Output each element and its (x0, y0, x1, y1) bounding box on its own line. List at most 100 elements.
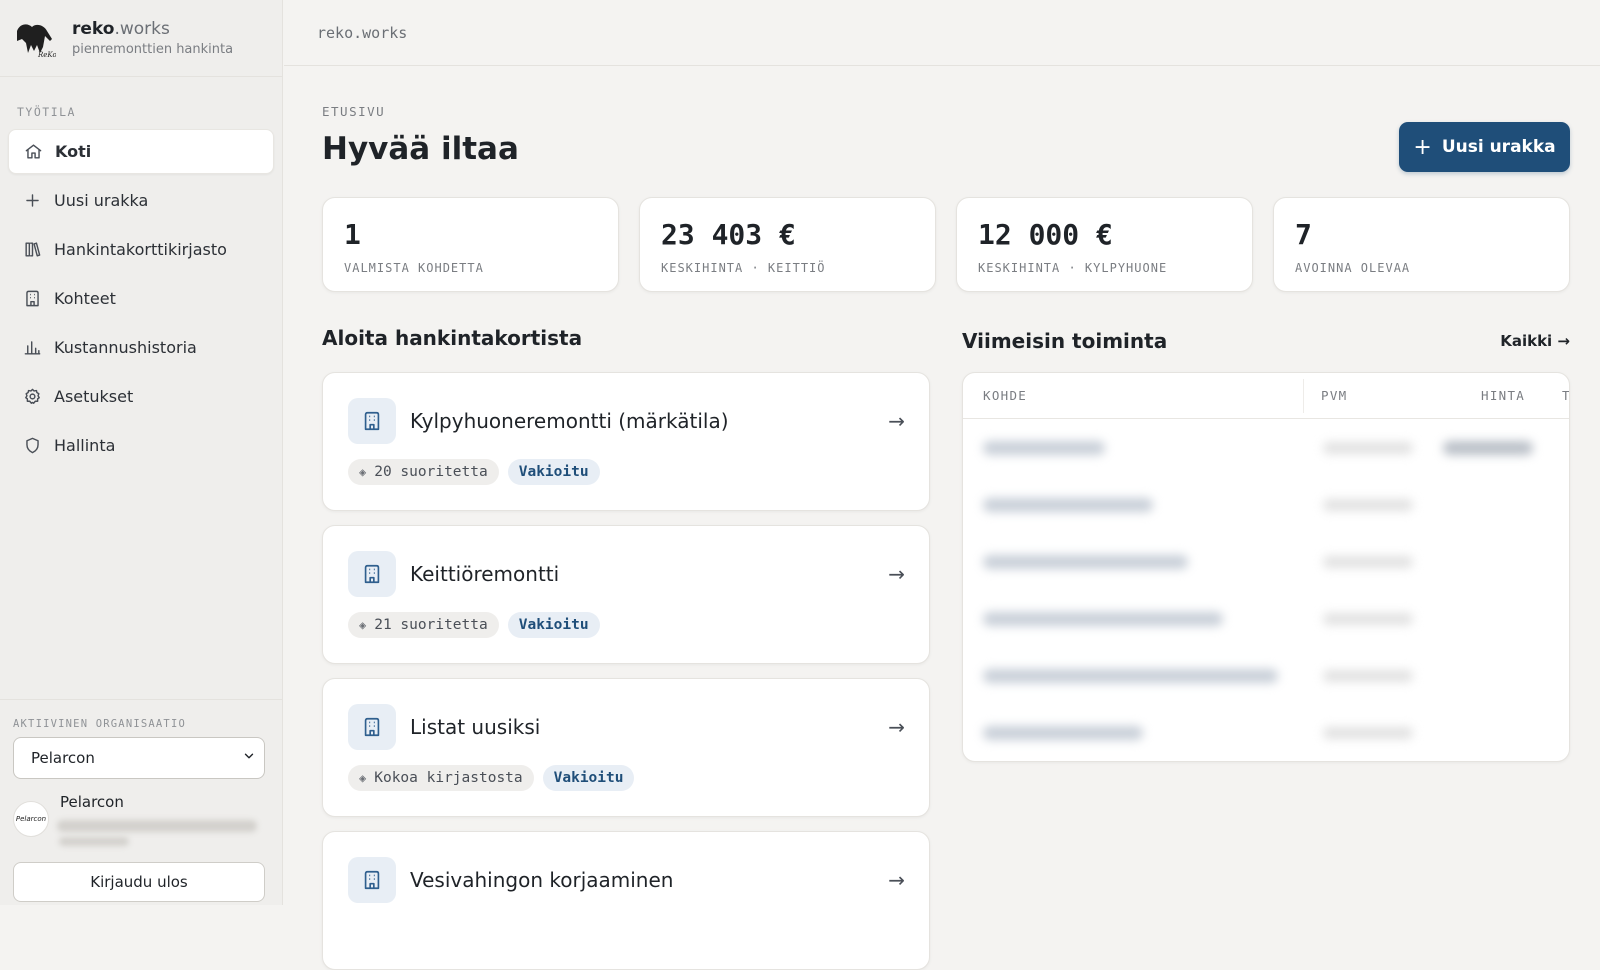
table-row[interactable] (963, 476, 1569, 533)
svg-text:ReKo: ReKo (37, 51, 56, 59)
sidebar: ReKo reko.works pienremonttien hankinta … (0, 0, 283, 905)
stat-value: 23 403 € (661, 218, 796, 251)
section-label-workspace: TYÖTILA (17, 105, 76, 119)
avatar: Pelarcon (13, 801, 49, 837)
standardized-tag: Vakioitu (507, 459, 600, 485)
stats-row: 1 VALMISTA KOHDETTA 23 403 € KESKIHINTA … (322, 197, 1570, 292)
sidebar-item-label: Koti (55, 142, 92, 161)
building-icon (348, 398, 396, 444)
column-header-t[interactable]: T (1562, 388, 1569, 403)
organization-panel: AKTIIVINEN ORGANISAATIO Pelarcon Pelarco… (0, 699, 283, 905)
chevron-down-icon (242, 749, 256, 767)
recent-activity-section: Viimeisin toiminta Kaikki → KOHDE PVM HI… (962, 326, 1570, 970)
page-title: Hyvää iltaa (322, 131, 519, 167)
table-row[interactable] (963, 533, 1569, 590)
section-heading: Aloita hankintakortista (322, 326, 583, 350)
reko-logo-icon: ReKo (17, 24, 56, 59)
activity-table: KOHDE PVM HINTA T (962, 372, 1570, 762)
org-user-name: Pelarcon (60, 793, 124, 811)
see-all-link[interactable]: Kaikki → (1500, 332, 1570, 350)
task-count-chip: ◈ 21 suoritetta (348, 612, 499, 638)
sidebar-item-label: Kohteet (54, 289, 116, 308)
brand-subtitle: pienremonttien hankinta (72, 42, 234, 57)
sidebar-item-hallinta[interactable]: Hallinta (8, 423, 274, 468)
standardized-tag: Vakioitu (507, 612, 600, 638)
procurement-card[interactable]: Keittiöremontti → ◈ 21 suoritetta Vakioit… (322, 525, 930, 664)
column-header-kohde[interactable]: KOHDE (983, 388, 1027, 403)
building-icon (348, 551, 396, 597)
org-label: AKTIIVINEN ORGANISAATIO (13, 718, 186, 730)
sidebar-item-label: Hankintakorttikirjasto (54, 240, 227, 259)
sidebar-nav: Koti Uusi urakka Hankintakorttikirjasto … (0, 129, 282, 468)
sidebar-item-label: Kustannushistoria (54, 338, 197, 357)
stat-value: 12 000 € (978, 218, 1113, 251)
stat-label: VALMISTA KOHDETTA (344, 261, 484, 275)
arrow-right-icon: → (888, 868, 905, 892)
procurement-cards-section: Aloita hankintakortista Kylpyhuoneremont… (322, 326, 930, 970)
plus-icon (22, 191, 42, 211)
breadcrumb: ETUSIVU (322, 104, 386, 119)
gear-icon (22, 387, 42, 407)
redacted-detail (59, 837, 129, 846)
brand-name: reko.works (72, 19, 170, 39)
procurement-card[interactable]: Kylpyhuoneremontti (märkätila) → ◈ 20 suo… (322, 372, 930, 511)
arrow-right-icon: → (888, 562, 905, 586)
topbar-title: reko.works (317, 23, 408, 42)
table-row[interactable] (963, 647, 1569, 704)
procurement-card[interactable]: Vesivahingon korjaaminen → (322, 831, 930, 970)
redacted-email (57, 820, 257, 832)
sidebar-item-hankintakorttikirjasto[interactable]: Hankintakorttikirjasto (8, 227, 274, 272)
table-row[interactable] (963, 704, 1569, 761)
card-title: Vesivahingon korjaaminen (410, 868, 674, 892)
content-columns: Aloita hankintakortista Kylpyhuoneremont… (322, 326, 1570, 970)
sidebar-item-label: Asetukset (54, 387, 134, 406)
library-icon (22, 240, 42, 260)
stat-label: AVOINNA OLEVAA (1295, 261, 1411, 275)
stat-card: 1 VALMISTA KOHDETTA (322, 197, 619, 292)
stat-value: 1 (344, 218, 361, 251)
org-select[interactable]: Pelarcon (13, 737, 265, 779)
standardized-tag: Vakioitu (542, 765, 635, 791)
layers-icon: ◈ (359, 771, 367, 785)
arrow-right-icon: → (888, 409, 905, 433)
stat-card: 23 403 € KESKIHINTA · KEITTIÖ (639, 197, 936, 292)
card-title: Listat uusiksi (410, 715, 541, 739)
org-user: Pelarcon Pelarcon (13, 793, 283, 846)
building-icon (22, 289, 42, 309)
layers-icon: ◈ (359, 465, 367, 479)
procurement-card[interactable]: Listat uusiksi → ◈ Kokoa kirjastosta Vaki… (322, 678, 930, 817)
table-row[interactable] (963, 419, 1569, 476)
sidebar-item-label: Hallinta (54, 436, 116, 455)
brand-header[interactable]: ReKo reko.works pienremonttien hankinta (0, 0, 282, 77)
library-compose-chip: ◈ Kokoa kirjastosta (348, 765, 534, 791)
arrow-right-icon: → (888, 715, 905, 739)
stat-label: KESKIHINTA · KYLPYHUONE (978, 261, 1168, 275)
org-select-value: Pelarcon (31, 749, 95, 767)
card-title: Kylpyhuoneremontti (märkätila) (410, 409, 729, 433)
plus-icon: + (1413, 134, 1432, 160)
new-contract-button-label: Uusi urakka (1441, 137, 1556, 157)
stat-label: KESKIHINTA · KEITTIÖ (661, 261, 826, 275)
sidebar-item-koti[interactable]: Koti (8, 129, 274, 174)
logout-button[interactable]: Kirjaudu ulos (13, 862, 265, 902)
sidebar-item-kustannushistoria[interactable]: Kustannushistoria (8, 325, 274, 370)
stat-card: 12 000 € KESKIHINTA · KYLPYHUONE (956, 197, 1253, 292)
sidebar-item-label: Uusi urakka (54, 191, 149, 210)
building-icon (348, 704, 396, 750)
table-row[interactable] (963, 590, 1569, 647)
column-header-hinta[interactable]: HINTA (1481, 388, 1525, 403)
sidebar-item-kohteet[interactable]: Kohteet (8, 276, 274, 321)
card-title: Keittiöremontti (410, 562, 560, 586)
column-header-pvm[interactable]: PVM (1321, 388, 1347, 403)
building-icon (348, 857, 396, 903)
sidebar-item-asetukset[interactable]: Asetukset (8, 374, 274, 419)
layers-icon: ◈ (359, 618, 367, 632)
sidebar-item-uusi-urakka[interactable]: Uusi urakka (8, 178, 274, 223)
table-header: KOHDE PVM HINTA T (963, 373, 1569, 419)
task-count-chip: ◈ 20 suoritetta (348, 459, 499, 485)
stat-value: 7 (1295, 218, 1312, 251)
section-heading: Viimeisin toiminta (962, 329, 1168, 353)
top-bar: reko.works (284, 0, 1600, 66)
home-icon (23, 142, 43, 162)
new-contract-button[interactable]: + Uusi urakka (1399, 122, 1570, 172)
